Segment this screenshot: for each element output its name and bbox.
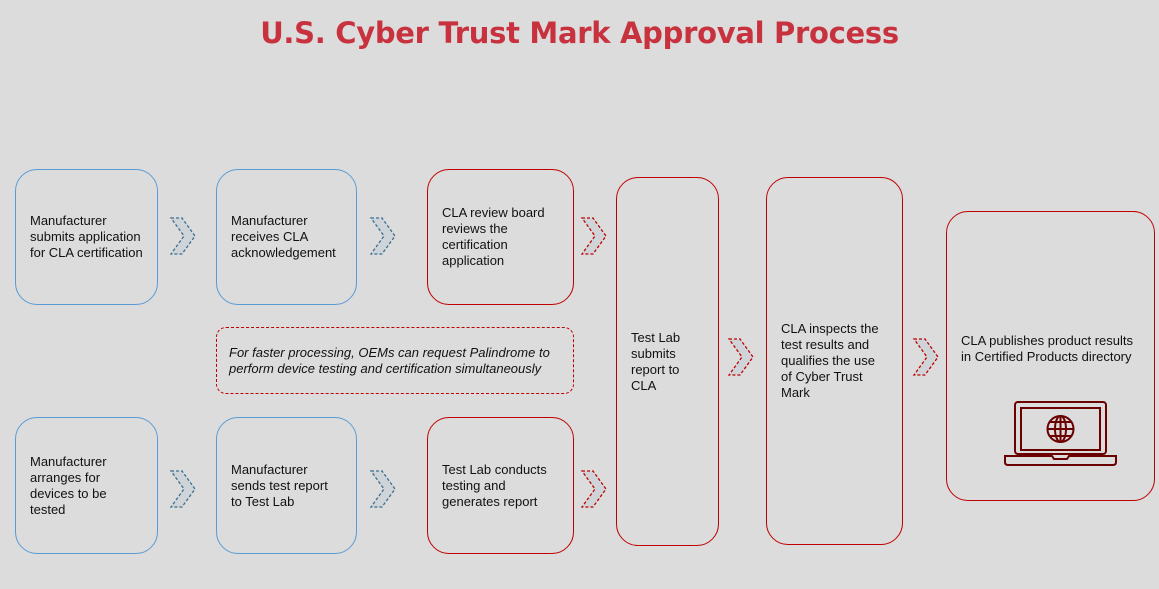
step-submit-report: Test Lab submits report to CLA bbox=[616, 177, 719, 546]
chevron-right-icon bbox=[369, 470, 396, 508]
chevron-right-icon bbox=[580, 217, 607, 255]
step-receive-acknowledgement: Manufacturer receives CLA acknowledgemen… bbox=[216, 169, 357, 305]
chevron-right-icon bbox=[727, 338, 754, 376]
step-conduct-testing: Test Lab conducts testing and generates … bbox=[427, 417, 574, 554]
step-text: Manufacturer arranges for devices to be … bbox=[30, 453, 107, 517]
chevron-right-icon bbox=[169, 217, 196, 255]
note-text: For faster processing, OEMs can request … bbox=[229, 344, 550, 376]
chevron-right-icon bbox=[912, 338, 939, 376]
step-text: Test Lab conducts testing and generates … bbox=[442, 461, 547, 509]
step-text: CLA inspects the test results and qualif… bbox=[781, 321, 879, 400]
step-text: Manufacturer sends test report to Test L… bbox=[231, 461, 328, 509]
laptop-globe-icon bbox=[1004, 401, 1117, 466]
step-text: Test Lab submits report to CLA bbox=[631, 329, 681, 393]
chevron-right-icon bbox=[169, 470, 196, 508]
step-submit-application: Manufacturer submits application for CLA… bbox=[15, 169, 158, 305]
step-inspect-results: CLA inspects the test results and qualif… bbox=[766, 177, 903, 545]
step-text: CLA review board reviews the certificati… bbox=[442, 205, 545, 268]
chevron-right-icon bbox=[580, 470, 607, 508]
diagram-title: U.S. Cyber Trust Mark Approval Process bbox=[260, 16, 899, 50]
step-text: Manufacturer receives CLA acknowledgemen… bbox=[231, 213, 336, 260]
chevron-right-icon bbox=[369, 217, 396, 255]
step-text: Manufacturer submits application for CLA… bbox=[30, 213, 143, 260]
note-faster-processing: For faster processing, OEMs can request … bbox=[216, 327, 574, 394]
step-text: CLA publishes product results in Certifi… bbox=[961, 333, 1133, 364]
step-arrange-devices: Manufacturer arranges for devices to be … bbox=[15, 417, 158, 554]
step-review-board: CLA review board reviews the certificati… bbox=[427, 169, 574, 305]
step-send-test-report: Manufacturer sends test report to Test L… bbox=[216, 417, 357, 554]
